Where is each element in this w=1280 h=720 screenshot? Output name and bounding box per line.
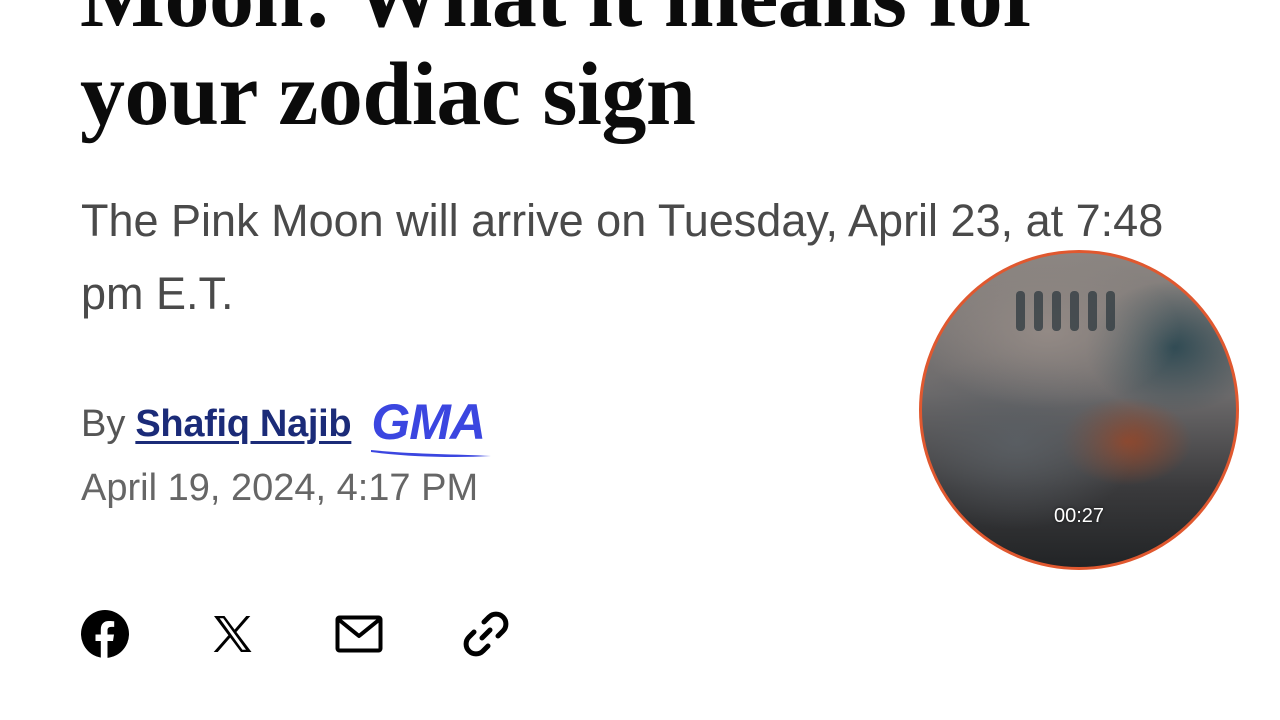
copy-link-button[interactable]: [461, 609, 511, 659]
x-icon: [213, 616, 252, 652]
article-page: Moon: What it means for your zodiac sign…: [0, 0, 1280, 720]
mail-icon: [335, 615, 383, 653]
headline-line-2: your zodiac sign: [80, 45, 696, 144]
share-bar: [80, 606, 511, 662]
article-headline: Moon: What it means for your zodiac sign: [80, 0, 1240, 144]
facebook-icon: [81, 610, 129, 658]
share-email-button[interactable]: [334, 609, 384, 659]
byline: By Shafiq Najib GMA: [81, 394, 492, 457]
video-thumbnail-detail: [1016, 291, 1115, 331]
by-label: By: [81, 402, 126, 445]
gma-logo[interactable]: GMA: [371, 394, 492, 457]
publish-date: April 19, 2024, 4:17 PM: [81, 467, 479, 509]
headline-line-1: Moon: What it means for: [80, 0, 1240, 46]
gma-swoosh-icon: [371, 450, 492, 457]
share-x-button[interactable]: [207, 609, 257, 659]
link-icon: [463, 611, 509, 657]
author-link[interactable]: Shafiq Najib: [135, 403, 351, 446]
share-facebook-button[interactable]: [80, 609, 130, 659]
video-timestamp: 00:27: [1053, 505, 1105, 527]
gma-logo-text: GMA: [371, 394, 486, 450]
floating-video-player[interactable]: 00:27: [919, 250, 1239, 570]
